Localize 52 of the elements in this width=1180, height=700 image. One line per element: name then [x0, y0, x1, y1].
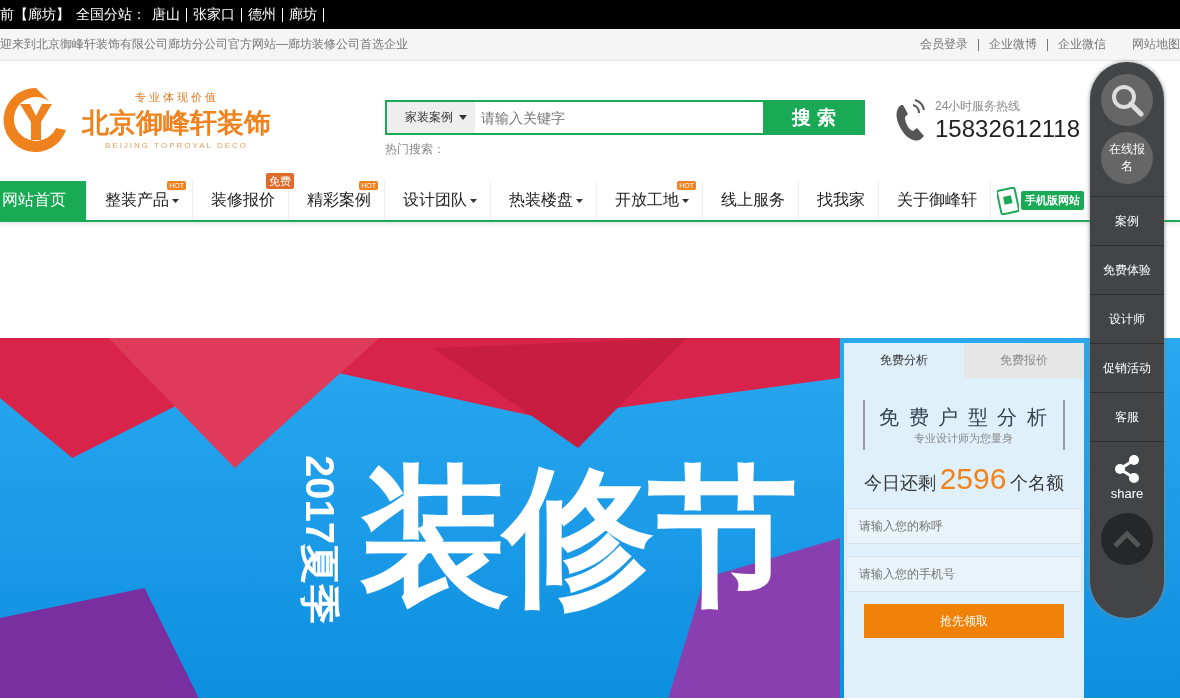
nav-item[interactable]: 设计团队	[385, 190, 490, 211]
sidebar-item[interactable]: 设计师	[1090, 294, 1164, 343]
top-link[interactable]: 企业微信	[1058, 36, 1106, 53]
station-link[interactable]: 廊坊	[289, 5, 317, 24]
banner-headline: 装修节	[360, 451, 792, 622]
search-icon	[1110, 83, 1144, 117]
nav-item[interactable]: 开放工地	[597, 190, 702, 211]
sidebar-item[interactable]: 案例	[1090, 196, 1164, 245]
input-field[interactable]: 请输入您的手机号	[846, 556, 1082, 592]
nav-item[interactable]: 热装楼盘	[491, 190, 596, 211]
logo-english: BEIJING TOPROYAL DECO	[104, 141, 249, 150]
station-link[interactable]: 张家口	[193, 5, 235, 24]
nav-item[interactable]: 精彩案例	[289, 190, 384, 211]
current-city: 前【廊坊】	[0, 5, 70, 24]
top-link[interactable]: 企业微博	[989, 36, 1037, 53]
nav-item[interactable]: 找我家	[799, 190, 878, 211]
sidebar-item[interactable]: 促销活动	[1090, 343, 1164, 392]
logo-name: 北京御峰轩装饰	[82, 107, 271, 140]
category-dropdown[interactable]: 家装案例	[385, 100, 475, 135]
logo-slogan: 专业体现价值	[134, 90, 219, 105]
remaining-suffix: 个名额	[1010, 472, 1065, 495]
phone-qr-icon	[997, 186, 1019, 215]
form-title: 免 费 户 型 分 析	[879, 405, 1049, 430]
nav-item[interactable]: 装修报价	[193, 190, 288, 211]
top-link[interactable]: 会员登录	[920, 36, 968, 53]
stations-label: 全国分站：	[76, 5, 146, 24]
input-field[interactable]: 请输入您的称呼	[846, 508, 1082, 544]
caret-icon	[459, 115, 467, 120]
nav-item[interactable]: 线上服务	[703, 190, 798, 211]
top-link[interactable]: 网站地图	[1132, 36, 1180, 53]
hotline-label: 24小时服务热线	[935, 97, 1022, 115]
sidebar-item[interactable]: 免费体验	[1090, 245, 1164, 294]
share-icon	[1112, 454, 1142, 484]
form-subtitle: 专业设计师为您量身	[913, 431, 1015, 446]
nav-item[interactable]: 整装产品	[87, 190, 192, 211]
nav-item[interactable]: 关于御峰轩	[879, 190, 990, 211]
search-button[interactable]	[1101, 74, 1153, 126]
chevron-up-icon	[1112, 530, 1142, 548]
nav-badge: 免费	[266, 173, 294, 189]
remaining-label: 今日还剩	[863, 472, 936, 495]
station-link[interactable]: 德州	[248, 5, 276, 24]
share-button[interactable]: share	[1090, 441, 1164, 501]
welcome-text: 迎来到北京御峰轩装饰有限公司廊坊分公司官方网站—廊坊装修公司首选企业	[0, 36, 408, 53]
remaining-count: 2596	[939, 462, 1007, 496]
hotline-number: 15832612118	[935, 114, 1081, 143]
form-tab[interactable]: 免费分析	[844, 343, 964, 378]
sidebar-item[interactable]: 客服	[1090, 392, 1164, 441]
search-field[interactable]: 请输入关键字	[475, 100, 763, 135]
signup-button[interactable]: 在线报名	[1101, 132, 1153, 184]
banner-year-text: 2017夏季	[300, 454, 340, 624]
hot-search-label: 热门搜索：	[385, 141, 446, 158]
station-link[interactable]: 唐山	[152, 5, 180, 24]
